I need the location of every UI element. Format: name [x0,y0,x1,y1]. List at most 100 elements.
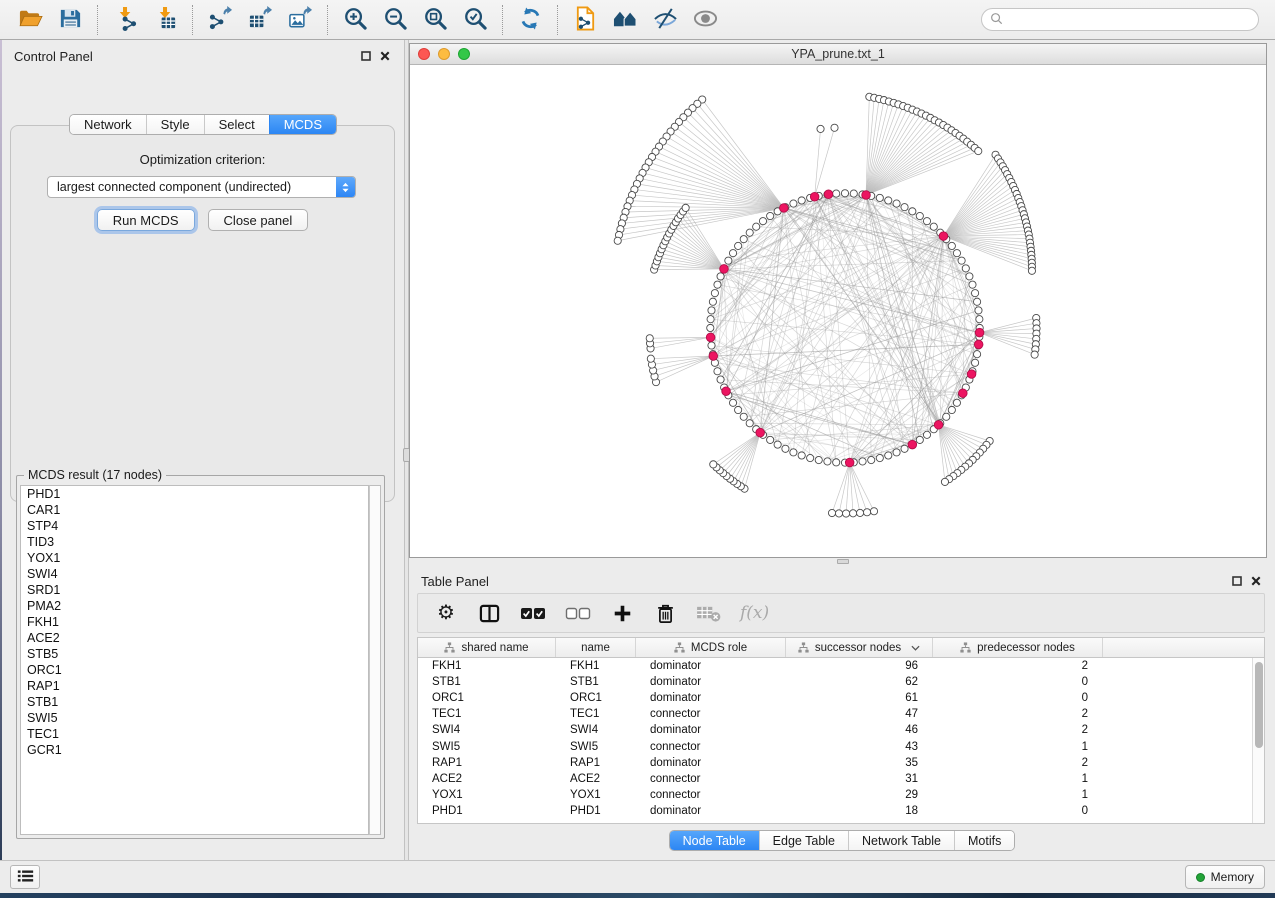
horizontal-splitter-grip[interactable] [837,559,849,564]
mcds-result-item[interactable]: ORC1 [21,662,368,678]
table-cell: connector [636,789,786,801]
mcds-result-item[interactable]: GCR1 [21,742,368,758]
control-panel-float-icon[interactable] [361,51,371,61]
table-row[interactable]: YOX1YOX1connector291 [418,787,1252,803]
mcds-result-item[interactable]: SRD1 [21,582,368,598]
open-folder-button[interactable] [10,4,50,36]
mcds-result-item[interactable]: PHD1 [21,486,368,502]
scrollbar-thumb[interactable] [1255,662,1263,748]
table-panel: Table Panel ⚙f(x) shared namenameMCDS ro… [409,565,1275,858]
horizontal-splitter[interactable] [409,558,1275,565]
table-row[interactable]: SWI5SWI5connector431 [418,738,1252,754]
table-panel-close-icon[interactable] [1251,576,1261,586]
zoom-selected-button[interactable] [455,4,495,36]
mcds-result-item[interactable]: TEC1 [21,726,368,742]
zoom-fit-icon [423,6,448,34]
mcds-result-item[interactable]: STB1 [21,694,368,710]
table-cell: 35 [786,757,933,769]
mcds-result-item[interactable]: SWI4 [21,566,368,582]
mcds-result-group: MCDS result (17 nodes) PHD1CAR1STP4TID3Y… [16,468,385,839]
search-box[interactable] [981,8,1259,31]
zoom-fit-button[interactable] [415,4,455,36]
console-log-button[interactable] [10,865,40,889]
mcds-result-item[interactable]: YOX1 [21,550,368,566]
table-row[interactable]: STB1STB1dominator620 [418,674,1252,690]
column-header-name[interactable]: name [556,638,636,657]
mcds-result-list[interactable]: PHD1CAR1STP4TID3YOX1SWI4SRD1PMA2FKH1ACE2… [20,485,369,835]
eye-button [685,4,725,36]
table-cell: dominator [636,692,786,704]
double-house-button[interactable] [605,4,645,36]
status-bar: Memory [0,860,1275,893]
export-table-button[interactable] [240,4,280,36]
save-session-button[interactable] [50,4,90,36]
mcds-result-item[interactable]: STP4 [21,518,368,534]
mcds-result-item[interactable]: PMA2 [21,598,368,614]
table-cell: 2 [933,757,1103,769]
mcds-result-item[interactable]: SWI5 [21,710,368,726]
memory-button[interactable]: Memory [1185,865,1265,889]
close-panel-button[interactable]: Close panel [208,209,309,231]
table-row[interactable]: SWI4SWI4dominator462 [418,722,1252,738]
select-all-icon[interactable] [520,600,546,626]
eye-slash-button[interactable] [645,4,685,36]
export-image-button[interactable] [280,4,320,36]
table-cell: 47 [786,708,933,720]
delete-selected-icon[interactable] [653,600,677,626]
toolbar-separator [327,5,328,35]
table-cell: dominator [636,660,786,672]
add-column-icon[interactable] [610,600,634,626]
mcds-tab-content: Optimization criterion: largest connecte… [10,125,395,502]
zoom-out-button[interactable] [375,4,415,36]
export-network-button[interactable] [200,4,240,36]
document-share-button[interactable] [565,4,605,36]
network-canvas[interactable] [410,65,1266,557]
refresh-view-button[interactable] [510,4,550,36]
node-table-scrollbar[interactable] [1252,658,1264,823]
column-header-predecessor-nodes[interactable]: predecessor nodes [933,638,1103,657]
tab-edge-table[interactable]: Edge Table [759,831,848,850]
mcds-result-item[interactable]: RAP1 [21,678,368,694]
search-input[interactable] [1008,13,1250,27]
tab-node-table[interactable]: Node Table [670,831,759,850]
run-mcds-button[interactable]: Run MCDS [97,209,195,231]
tab-mcds[interactable]: MCDS [269,115,336,134]
criterion-dropdown[interactable]: largest connected component (undirected) [47,176,356,198]
table-cell: STB1 [418,676,556,688]
mcds-result-item[interactable]: TID3 [21,534,368,550]
deselect-all-icon[interactable] [565,600,591,626]
column-header-successor-nodes[interactable]: successor nodes [786,638,933,657]
table-row[interactable]: FKH1FKH1dominator962 [418,658,1252,674]
gear-icon[interactable]: ⚙ [434,600,458,626]
mcds-result-item[interactable]: ACE2 [21,630,368,646]
mcds-result-item[interactable]: STB5 [21,646,368,662]
tab-style[interactable]: Style [146,115,204,134]
table-row[interactable]: PHD1PHD1dominator180 [418,803,1252,819]
column-header-MCDS-role[interactable]: MCDS role [636,638,786,657]
tab-select[interactable]: Select [204,115,269,134]
network-window-titlebar[interactable]: YPA_prune.txt_1 [410,44,1266,65]
import-table-button[interactable] [145,4,185,36]
table-row[interactable]: RAP1RAP1dominator352 [418,755,1252,771]
table-row[interactable]: TEC1TEC1connector472 [418,706,1252,722]
mcds-result-item[interactable]: CAR1 [21,502,368,518]
table-cell: connector [636,773,786,785]
zoom-in-button[interactable] [335,4,375,36]
import-network-button[interactable] [105,4,145,36]
control-panel-close-icon[interactable] [380,51,390,61]
tab-motifs[interactable]: Motifs [954,831,1014,850]
network-graph[interactable] [410,65,1266,557]
tab-network[interactable]: Network [70,115,146,134]
save-session-icon [58,6,83,34]
table-row[interactable]: ACE2ACE2connector311 [418,771,1252,787]
column-header-shared-name[interactable]: shared name [418,638,556,657]
mcds-result-item[interactable]: FKH1 [21,614,368,630]
table-row[interactable]: ORC1ORC1dominator610 [418,690,1252,706]
split-columns-icon[interactable] [477,600,501,626]
tab-network-table[interactable]: Network Table [848,831,954,850]
delete-table-icon [696,600,721,626]
refresh-view-icon [518,6,543,34]
mcds-result-scrollbar[interactable] [369,485,381,835]
table-panel-float-icon[interactable] [1232,576,1242,586]
table-cell: RAP1 [556,757,636,769]
